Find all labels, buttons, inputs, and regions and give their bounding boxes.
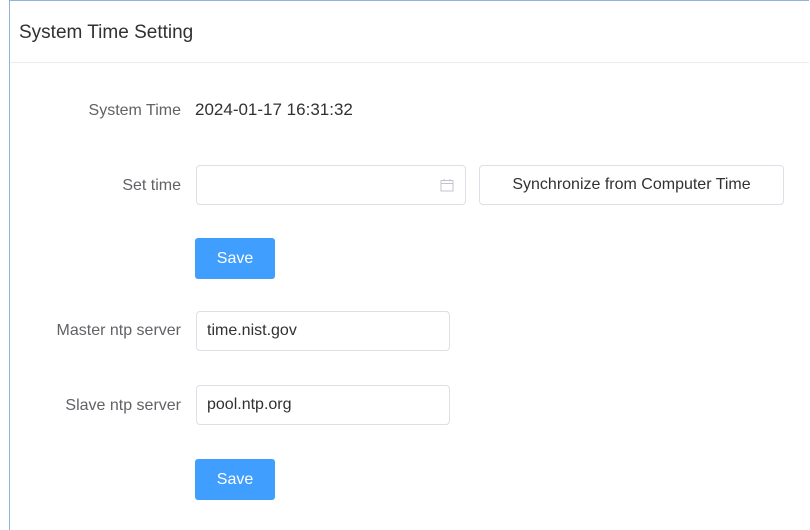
system-time-panel: System Time Setting System Time 2024-01-… — [9, 0, 809, 530]
master-ntp-value: time.nist.gov — [207, 322, 297, 339]
set-time-label: Set time — [122, 177, 181, 194]
set-time-date-picker[interactable] — [196, 165, 466, 205]
calendar-icon[interactable] — [440, 178, 454, 192]
master-ntp-label: Master ntp server — [56, 322, 181, 339]
panel-title: System Time Setting — [19, 22, 194, 43]
sync-computer-time-button[interactable]: Synchronize from Computer Time — [479, 165, 784, 205]
system-time-label: System Time — [88, 102, 181, 119]
panel-header: System Time Setting — [10, 1, 809, 63]
slave-ntp-input[interactable]: pool.ntp.org — [196, 385, 450, 425]
save-ntp-button[interactable]: Save — [195, 459, 275, 500]
system-time-value: 2024-01-17 16:31:32 — [195, 100, 353, 119]
master-ntp-input[interactable]: time.nist.gov — [196, 311, 450, 351]
slave-ntp-label: Slave ntp server — [65, 397, 181, 414]
slave-ntp-value: pool.ntp.org — [207, 396, 292, 413]
save-time-button[interactable]: Save — [195, 238, 275, 279]
